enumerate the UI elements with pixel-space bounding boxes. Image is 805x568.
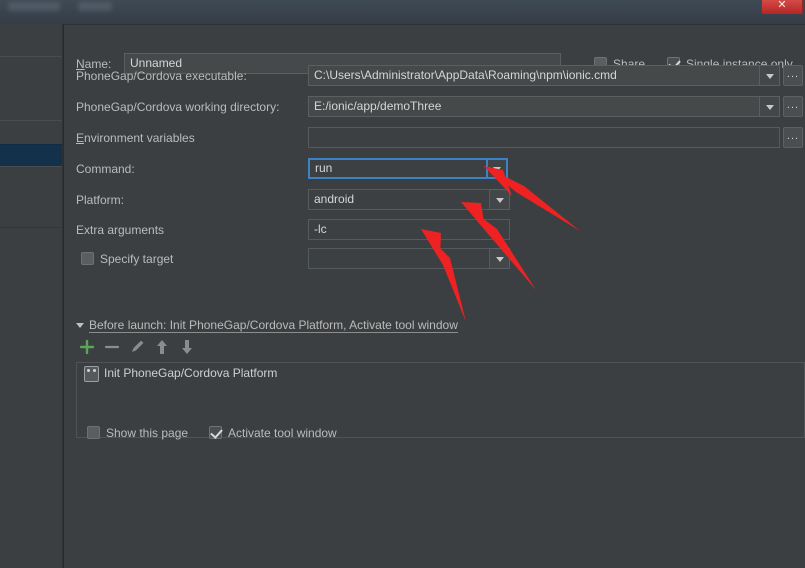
add-button[interactable]	[76, 336, 98, 358]
before-launch-header[interactable]: Before launch: Init PhoneGap/Cordova Pla…	[76, 318, 458, 333]
chevron-down-icon	[495, 197, 504, 203]
tree-group-1[interactable]	[0, 56, 63, 122]
move-down-button[interactable]	[176, 336, 198, 358]
before-launch-title: Before launch: Init PhoneGap/Cordova Pla…	[89, 318, 458, 333]
chevron-down-icon	[495, 256, 504, 262]
menu-ghost-1	[8, 2, 60, 11]
working-directory-dropdown-button[interactable]	[760, 96, 780, 117]
executable-input[interactable]: C:\Users\Administrator\AppData\Roaming\n…	[308, 65, 760, 86]
specify-target-input[interactable]	[308, 248, 490, 269]
command-input[interactable]: run	[308, 158, 488, 179]
tree-item-selected[interactable]	[0, 144, 63, 168]
chevron-down-icon	[765, 73, 774, 79]
window-title-bar: ✕	[0, 0, 805, 16]
close-icon: ✕	[777, 0, 787, 11]
show-this-page-checkbox[interactable]	[87, 426, 100, 439]
tree-group-2[interactable]	[0, 120, 63, 146]
menu-ghost-2	[78, 2, 112, 11]
configuration-form: Name: Unnamed Share Single instance only…	[63, 24, 805, 568]
before-launch-toolbar	[76, 336, 805, 358]
specify-target-checkbox[interactable]	[81, 252, 94, 265]
executable-label: PhoneGap/Cordova executable:	[76, 69, 247, 83]
remove-button[interactable]	[101, 336, 123, 358]
list-item-label: Init PhoneGap/Cordova Platform	[104, 366, 278, 380]
environment-variables-label: Environment variables	[76, 131, 195, 145]
executable-dropdown-button[interactable]	[760, 65, 780, 86]
platform-dropdown-button[interactable]	[490, 189, 510, 210]
platform-input[interactable]: android	[308, 189, 490, 210]
chevron-down-icon	[765, 104, 774, 110]
activate-tool-window-checkbox[interactable]	[209, 426, 222, 439]
environment-variables-browse-button[interactable]: ...	[783, 127, 803, 148]
edit-button[interactable]	[126, 336, 148, 358]
extra-arguments-label: Extra arguments	[76, 223, 165, 237]
working-directory-browse-button[interactable]: ...	[783, 96, 803, 117]
command-label: Command:	[76, 162, 135, 176]
tree-group-3[interactable]	[0, 166, 63, 228]
working-directory-input[interactable]: E:/ionic/app/demoThree	[308, 96, 760, 117]
collapse-triangle-icon[interactable]	[76, 323, 84, 329]
extra-arguments-input[interactable]: -lc	[308, 219, 510, 240]
run-configuration-dialog: ✕ Name: Unnamed Share Single instance on…	[0, 0, 805, 568]
show-this-page-label[interactable]: Show this page	[106, 426, 188, 440]
chevron-down-icon	[493, 166, 501, 172]
activate-tool-window-label[interactable]: Activate tool window	[228, 426, 337, 440]
executable-browse-button[interactable]: ...	[783, 65, 803, 86]
command-dropdown-button[interactable]	[488, 158, 508, 179]
working-directory-label: PhoneGap/Cordova working directory:	[76, 100, 280, 114]
platform-label: Platform:	[76, 193, 125, 207]
move-up-button[interactable]	[151, 336, 173, 358]
list-item[interactable]: Init PhoneGap/Cordova Platform	[77, 363, 804, 383]
configurations-tree-panel[interactable]	[0, 24, 64, 568]
specify-target-dropdown-button[interactable]	[490, 248, 510, 269]
environment-variables-input[interactable]	[308, 127, 780, 148]
cordova-icon	[84, 366, 99, 382]
specify-target-label[interactable]: Specify target	[100, 252, 173, 266]
